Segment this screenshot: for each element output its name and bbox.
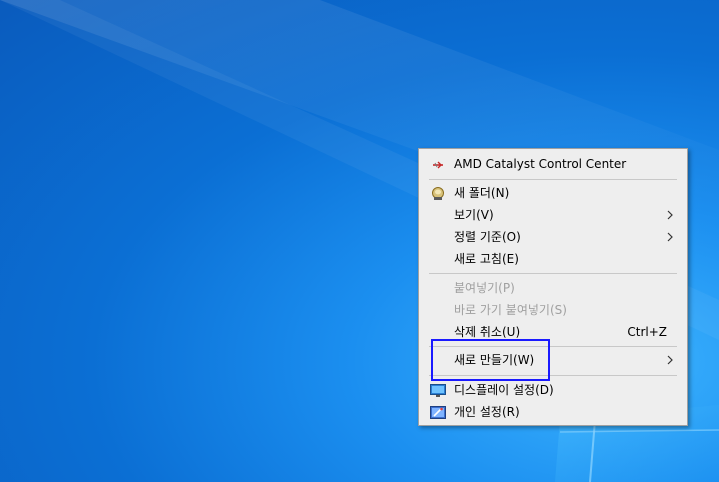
chevron-right-icon: [667, 210, 673, 220]
menu-item-label: 디스플레이 설정(D): [454, 383, 554, 397]
menu-item-label: 정렬 기준(O): [454, 230, 521, 244]
menu-item-label: 새로 고침(E): [454, 252, 519, 266]
menu-separator: [429, 375, 677, 376]
menu-item-new[interactable]: 새로 만들기(W): [421, 349, 685, 371]
chevron-right-icon: [667, 232, 673, 242]
menu-item-paste-shortcut: 바로 가기 붙여넣기(S): [421, 299, 685, 321]
amd-catalyst-icon: [430, 157, 446, 171]
chevron-right-icon: [667, 355, 673, 365]
menu-item-label: AMD Catalyst Control Center: [454, 157, 627, 171]
menu-item-personalize[interactable]: 개인 설정(R): [421, 401, 685, 423]
menu-item-label: 새 폴더(N): [454, 186, 510, 200]
menu-item-paste: 붙여넣기(P): [421, 277, 685, 299]
personalize-icon: [430, 405, 446, 419]
menu-separator: [429, 346, 677, 347]
new-folder-icon: [430, 186, 446, 200]
menu-item-label: 붙여넣기(P): [454, 281, 515, 295]
menu-separator: [429, 273, 677, 274]
menu-item-sort-by[interactable]: 정렬 기준(O): [421, 226, 685, 248]
menu-item-label: 보기(V): [454, 208, 494, 222]
menu-item-label: 새로 만들기(W): [454, 353, 535, 367]
menu-item-shortcut: Ctrl+Z: [627, 325, 667, 339]
menu-item-new-folder[interactable]: 새 폴더(N): [421, 182, 685, 204]
menu-item-label: 개인 설정(R): [454, 405, 520, 419]
menu-separator: [429, 179, 677, 180]
menu-item-label: 삭제 취소(U): [454, 325, 521, 339]
menu-item-undo-delete[interactable]: 삭제 취소(U) Ctrl+Z: [421, 321, 685, 343]
menu-item-label: 바로 가기 붙여넣기(S): [454, 303, 567, 317]
menu-item-view[interactable]: 보기(V): [421, 204, 685, 226]
menu-item-display-settings[interactable]: 디스플레이 설정(D): [421, 379, 685, 401]
display-settings-icon: [430, 383, 446, 397]
menu-item-refresh[interactable]: 새로 고침(E): [421, 248, 685, 270]
desktop-context-menu: AMD Catalyst Control Center 새 폴더(N) 보기(V…: [418, 148, 688, 426]
menu-item-amd-catalyst[interactable]: AMD Catalyst Control Center: [421, 153, 685, 175]
